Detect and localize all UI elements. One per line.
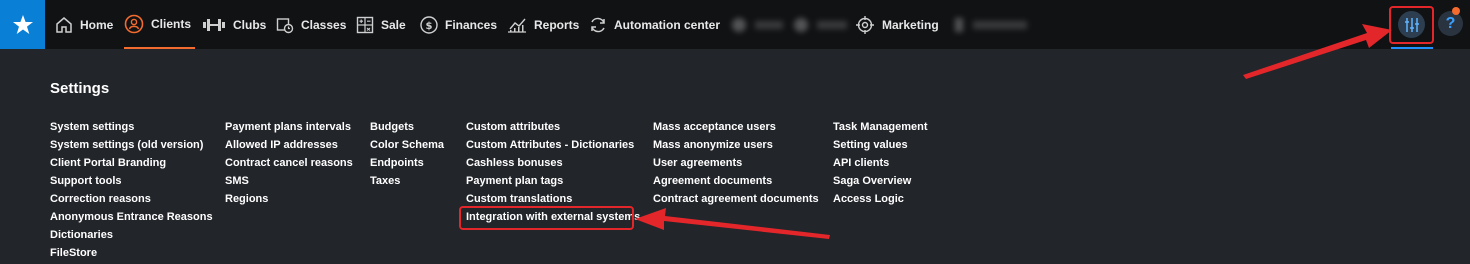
nav-clients[interactable]: Clients — [124, 0, 195, 49]
nav-finances-label: Finances — [445, 17, 498, 32]
svg-text:$: $ — [426, 21, 433, 32]
settings-link[interactable]: Saga Overview — [833, 173, 928, 191]
nav-clubs-label: Clubs — [233, 17, 267, 32]
nav-hidden-item-2[interactable] — [792, 0, 847, 49]
highlight-box-integration — [459, 206, 634, 230]
logo[interactable] — [0, 0, 45, 49]
settings-link[interactable]: API clients — [833, 155, 928, 173]
nav-reports[interactable]: Reports — [507, 0, 579, 49]
settings-link[interactable]: Task Management — [833, 119, 928, 137]
notification-dot — [1452, 7, 1460, 15]
nav-classes-label: Classes — [301, 17, 347, 32]
blurred-icon — [732, 17, 746, 32]
settings-link[interactable]: Dictionaries — [50, 227, 213, 245]
calendar-clock-icon — [276, 17, 294, 33]
settings-link[interactable]: Setting values — [833, 137, 928, 155]
calculator-icon — [356, 16, 374, 33]
settings-column-2: Payment plans intervals Allowed IP addre… — [225, 119, 353, 209]
settings-link[interactable]: Custom Attributes - Dictionaries — [466, 137, 640, 155]
dumbbell-icon — [203, 18, 225, 31]
settings-column-1: System settings System settings (old ver… — [50, 119, 213, 263]
settings-link[interactable]: Mass acceptance users — [653, 119, 819, 137]
nav-automation-center-label: Automation center — [614, 17, 721, 32]
settings-link[interactable]: Agreement documents — [653, 173, 819, 191]
settings-link[interactable]: System settings (old version) — [50, 137, 213, 155]
settings-link[interactable]: Correction reasons — [50, 191, 213, 209]
nav-marketing[interactable]: Marketing — [855, 0, 939, 49]
nav-reports-label: Reports — [534, 17, 580, 32]
nav-clubs[interactable]: Clubs — [202, 0, 266, 49]
refresh-icon — [591, 17, 605, 32]
top-navigation-bar: Home Clients Clubs Classes Sale $ Financ… — [0, 0, 1470, 49]
settings-link[interactable]: SMS — [225, 173, 353, 191]
settings-link[interactable]: Cashless bonuses — [466, 155, 640, 173]
nav-automation-center[interactable]: Automation center — [589, 0, 720, 49]
clients-icon — [124, 14, 144, 33]
nav-home-label: Home — [80, 17, 114, 32]
star-logo-icon — [12, 14, 33, 34]
chart-icon — [508, 18, 526, 33]
nav-marketing-label: Marketing — [882, 17, 939, 32]
dollar-icon: $ — [420, 15, 438, 34]
settings-link[interactable]: Client Portal Branding — [50, 155, 213, 173]
settings-link[interactable]: Support tools — [50, 173, 213, 191]
settings-link[interactable]: Anonymous Entrance Reasons — [50, 209, 213, 227]
nav-classes[interactable]: Classes — [276, 0, 346, 49]
settings-link[interactable]: Color Schema — [370, 137, 444, 155]
settings-link[interactable]: FileStore — [50, 245, 213, 263]
settings-link[interactable]: Contract cancel reasons — [225, 155, 353, 173]
help-button[interactable]: ? — [1438, 11, 1463, 36]
help-icon: ? — [1445, 14, 1456, 32]
target-icon — [856, 15, 874, 34]
settings-link[interactable]: Allowed IP addresses — [225, 137, 353, 155]
settings-link[interactable]: Endpoints — [370, 155, 444, 173]
settings-column-5: Mass acceptance users Mass anonymize use… — [653, 119, 819, 209]
settings-link[interactable]: Custom attributes — [466, 119, 640, 137]
nav-clients-label: Clients — [151, 16, 192, 31]
settings-link[interactable]: System settings — [50, 119, 213, 137]
settings-link[interactable]: Budgets — [370, 119, 444, 137]
settings-column-6: Task Management Setting values API clien… — [833, 119, 928, 209]
active-tab-indicator — [1391, 47, 1433, 49]
highlight-box-settings-button — [1389, 6, 1434, 44]
red-arrow-to-integration-link — [635, 208, 830, 239]
nav-sale[interactable]: Sale — [356, 0, 406, 49]
settings-column-3: Budgets Color Schema Endpoints Taxes — [370, 119, 444, 191]
blurred-icon — [794, 17, 808, 32]
settings-link[interactable]: User agreements — [653, 155, 819, 173]
settings-link[interactable]: Contract agreement documents — [653, 191, 819, 209]
nav-hidden-item-1[interactable] — [730, 0, 783, 49]
settings-link[interactable]: Payment plan tags — [466, 173, 640, 191]
settings-link[interactable]: Mass anonymize users — [653, 137, 819, 155]
nav-home[interactable]: Home — [55, 0, 113, 49]
blurred-icon — [955, 17, 963, 32]
settings-link[interactable]: Access Logic — [833, 191, 928, 209]
nav-hidden-item-3[interactable] — [952, 0, 1027, 49]
nav-finances[interactable]: $ Finances — [420, 0, 497, 49]
nav-sale-label: Sale — [381, 17, 406, 32]
home-icon — [56, 16, 72, 33]
settings-link[interactable]: Payment plans intervals — [225, 119, 353, 137]
settings-link[interactable]: Regions — [225, 191, 353, 209]
settings-link[interactable]: Taxes — [370, 173, 444, 191]
settings-title: Settings — [50, 80, 110, 97]
